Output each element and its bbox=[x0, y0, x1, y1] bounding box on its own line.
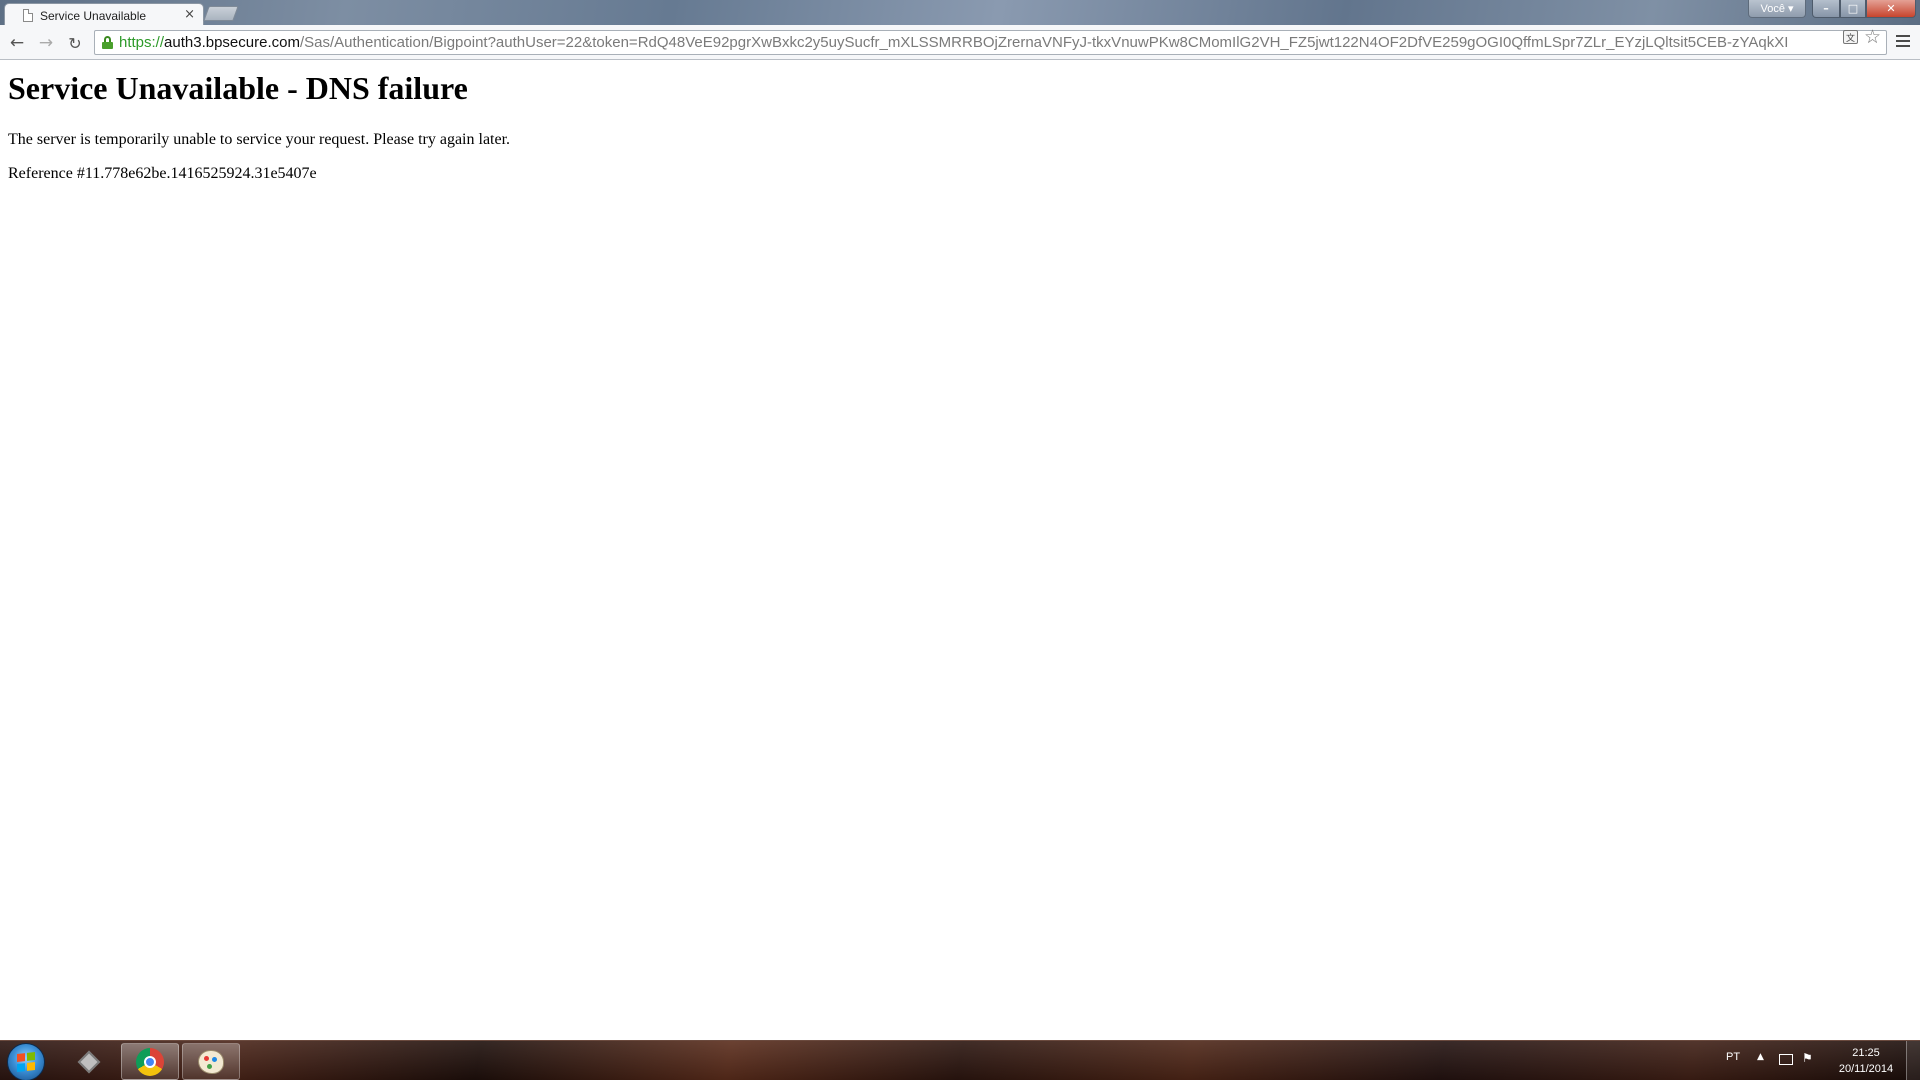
hamburger-menu-icon[interactable] bbox=[1895, 33, 1911, 49]
chrome-icon bbox=[136, 1047, 164, 1076]
close-window-button[interactable]: ✕ bbox=[1866, 0, 1916, 18]
url-scheme: https:// bbox=[119, 34, 165, 51]
clock-date: 20/11/2014 bbox=[1838, 1063, 1894, 1075]
language-indicator[interactable]: PT bbox=[1726, 1051, 1740, 1063]
page-title: Service Unavailable - DNS failure bbox=[8, 70, 468, 106]
action-center-flag-icon[interactable]: ⚑ bbox=[1802, 1051, 1813, 1065]
page-content: Service Unavailable - DNS failure The se… bbox=[8, 68, 1912, 184]
system-clock[interactable]: 21:25 20/11/2014 bbox=[1826, 1045, 1906, 1077]
tool-icon bbox=[77, 1050, 101, 1073]
tab-service-unavailable[interactable]: Service Unavailable × bbox=[4, 3, 204, 27]
url-host: auth3.bpsecure.com bbox=[164, 34, 300, 51]
forward-arrow-icon[interactable]: → bbox=[35, 33, 57, 53]
error-message: The server is temporarily unable to serv… bbox=[8, 131, 511, 148]
windows-logo-icon bbox=[17, 1052, 35, 1072]
translate-icon[interactable]: 文 bbox=[1843, 30, 1858, 44]
taskbar-chrome[interactable] bbox=[121, 1043, 179, 1080]
taskbar-pinned-tool[interactable] bbox=[60, 1043, 118, 1080]
page-icon bbox=[23, 9, 33, 22]
paint-palette-icon bbox=[198, 1049, 224, 1074]
clock-time: 21:25 bbox=[1852, 1047, 1880, 1059]
new-tab-button[interactable] bbox=[203, 6, 239, 21]
tab-title: Service Unavailable bbox=[40, 8, 147, 23]
address-bar[interactable]: https://auth3.bpsecure.com/Sas/Authentic… bbox=[94, 30, 1887, 55]
reference-id: Reference #11.778e62be.1416525924.31e540… bbox=[8, 165, 317, 182]
bookmark-star-icon[interactable]: ☆ bbox=[1864, 26, 1881, 48]
network-icon[interactable] bbox=[1779, 1054, 1793, 1065]
lock-icon[interactable] bbox=[102, 36, 113, 49]
minimize-button[interactable]: – bbox=[1812, 0, 1840, 18]
show-desktop-button[interactable] bbox=[1906, 1041, 1920, 1080]
url-text[interactable]: https://auth3.bpsecure.com/Sas/Authentic… bbox=[119, 34, 1886, 51]
tab-close-icon[interactable]: × bbox=[184, 7, 195, 22]
profile-button[interactable]: Você ▾ bbox=[1748, 0, 1806, 18]
reload-icon[interactable]: ↻ bbox=[64, 33, 86, 53]
url-path: /Sas/Authentication/Bigpoint?authUser=22… bbox=[299, 34, 1789, 51]
browser-toolbar: ← → ↻ https://auth3.bpsecure.com/Sas/Aut… bbox=[0, 25, 1920, 60]
maximize-button[interactable]: □ bbox=[1840, 0, 1866, 18]
browser-title-bar: Service Unavailable × Você ▾ – □ ✕ bbox=[0, 0, 1920, 27]
windows-taskbar bbox=[0, 1040, 1920, 1080]
back-arrow-icon[interactable]: ← bbox=[6, 33, 28, 53]
show-hidden-icons-icon[interactable]: ▲ bbox=[1757, 1052, 1764, 1062]
taskbar-paint[interactable] bbox=[182, 1043, 240, 1080]
start-button[interactable] bbox=[7, 1043, 45, 1080]
